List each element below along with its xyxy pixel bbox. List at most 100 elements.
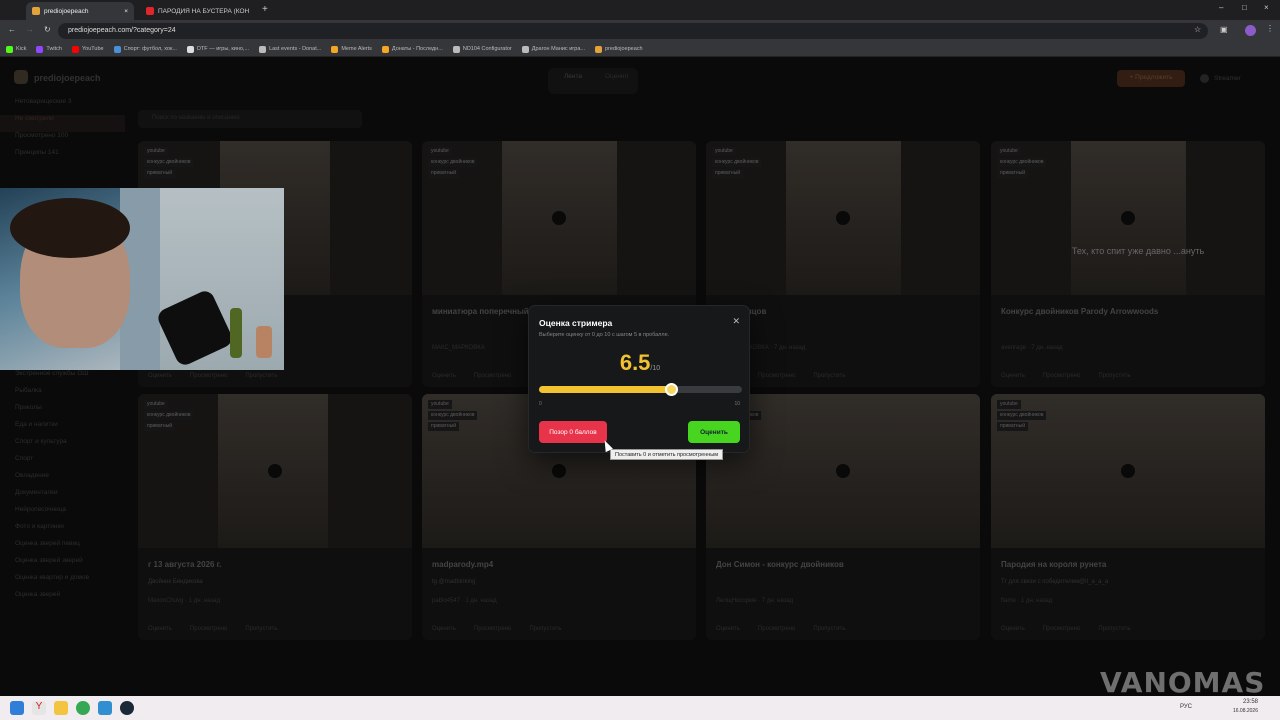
bookmark-item[interactable]: Twitch — [36, 45, 62, 53]
back-icon[interactable]: ← — [8, 25, 16, 34]
card-action-button[interactable]: Просмотрено — [474, 626, 511, 632]
card-action-button[interactable]: Пропустить — [245, 626, 277, 632]
clock-date[interactable]: 16.08.2026 — [1225, 708, 1258, 714]
bookmark-item[interactable]: ND104 Configurator — [452, 45, 512, 53]
file-explorer-icon[interactable] — [54, 701, 68, 715]
sidebar-item[interactable]: Документалки — [0, 489, 125, 506]
site-logo[interactable]: prediojoepeach — [34, 73, 101, 83]
bookmark-star-icon[interactable]: ☆ — [1194, 25, 1201, 34]
shame-zero-button[interactable]: Позор 0 баллов — [539, 421, 607, 443]
card-action-button[interactable]: Пропустить — [529, 626, 561, 632]
video-card[interactable]: youtube конкурс двойников приватный Конкурс… — [991, 141, 1265, 387]
new-tab-icon[interactable]: + — [262, 4, 268, 15]
sidebar-item[interactable]: Оценка квартир и домов — [0, 574, 125, 591]
chrome-icon[interactable] — [76, 701, 90, 715]
maximize-icon[interactable]: □ — [1242, 3, 1247, 12]
card-action-button[interactable]: Просмотрено — [1043, 373, 1080, 379]
sidebar-item[interactable]: Экстренное службы ОШ — [0, 370, 125, 387]
video-thumbnail[interactable]: youtube конкурс двойников приватный — [991, 394, 1265, 548]
sidebar-item[interactable]: Овладение — [0, 472, 125, 489]
play-icon[interactable] — [1121, 211, 1135, 225]
forward-icon[interactable]: → — [26, 25, 34, 34]
video-card[interactable]: youtube конкурс двойников приватный Пародия… — [991, 394, 1265, 640]
bookmark-item[interactable]: Meme Alerts — [331, 45, 372, 53]
sidebar-item[interactable]: Не смотрели — [0, 115, 125, 132]
video-thumbnail[interactable]: youtube конкурс двойников приватный — [138, 394, 412, 548]
card-action-button[interactable]: Оценить — [432, 373, 456, 379]
steam-icon[interactable] — [120, 701, 134, 715]
sidebar-item[interactable]: Оценка зверей — [0, 591, 125, 608]
sidebar-item[interactable]: Принципы 141 — [0, 149, 125, 166]
sidebar-item[interactable]: Рыбалка — [0, 387, 125, 404]
profile-avatar[interactable] — [1245, 25, 1256, 36]
tab-rated[interactable]: Оценил — [605, 73, 628, 80]
bookmark-item[interactable]: Kick — [6, 45, 26, 53]
bookmark-item[interactable]: Драгон Манис игра... — [521, 45, 585, 53]
search-input[interactable]: Поиск по названию и описанию — [138, 110, 362, 128]
play-icon[interactable] — [836, 464, 850, 478]
card-action-button[interactable]: Оценить — [432, 626, 456, 632]
sidebar-item[interactable]: Приколы — [0, 404, 125, 421]
bookmark-item[interactable]: Донаты - Последн... — [381, 45, 443, 53]
sidebar-item[interactable]: Фото и картинки — [0, 523, 125, 540]
user-avatar[interactable] — [1200, 74, 1209, 83]
card-action-button[interactable]: Пропустить — [1098, 626, 1130, 632]
sidebar-item[interactable]: Нетоварищеские 3 — [0, 98, 125, 115]
card-action-button[interactable]: Оценить — [1001, 373, 1025, 379]
browser-tab-2[interactable]: ПАРОДИЯ НА БУСТЕРА (КОН — [140, 2, 250, 20]
close-window-icon[interactable]: × — [1264, 3, 1269, 12]
sidebar-item[interactable]: Еда и напитки — [0, 421, 125, 438]
tab-feed[interactable]: Лента — [564, 73, 582, 80]
sidebar-item[interactable]: Спорт и культура — [0, 438, 125, 455]
card-action-button[interactable]: Пропустить — [813, 373, 845, 379]
bookmark-item[interactable]: DTF — игры, кино,... — [186, 45, 249, 53]
close-tab-icon[interactable]: × — [124, 8, 128, 15]
user-name[interactable]: Streamer — [1214, 75, 1241, 82]
card-action-button[interactable]: Просмотрено — [474, 373, 511, 379]
browser-tab-1[interactable]: prediojoepeach × — [26, 2, 134, 20]
card-action-button[interactable]: Просмотрено — [758, 626, 795, 632]
card-action-button[interactable]: Просмотрено — [190, 373, 227, 379]
language-indicator[interactable]: РУС — [1180, 704, 1192, 710]
rate-button[interactable]: Оценить — [688, 421, 740, 443]
card-action-button[interactable]: Просмотрено — [1043, 626, 1080, 632]
play-icon[interactable] — [552, 464, 566, 478]
bookmark-item[interactable]: YouTube — [71, 45, 104, 53]
sidebar-item[interactable]: Просмотрено 100 — [0, 132, 125, 149]
card-action-button[interactable]: Пропустить — [813, 626, 845, 632]
video-thumbnail[interactable]: youtube конкурс двойников приватный — [991, 141, 1265, 295]
extensions-icon[interactable]: ▣ — [1220, 25, 1228, 34]
minimize-icon[interactable]: – — [1219, 3, 1223, 12]
play-icon[interactable] — [552, 211, 566, 225]
card-action-button[interactable]: Пропустить — [245, 373, 277, 379]
bookmark-item[interactable]: Спорт: футбол, хок... — [113, 45, 177, 53]
close-icon[interactable]: ✕ — [732, 316, 740, 327]
card-action-button[interactable]: Просмотрено — [758, 373, 795, 379]
sidebar-item[interactable]: Оценка зверей зверей — [0, 557, 125, 574]
sidebar-item[interactable]: Оценка зверей певиц — [0, 540, 125, 557]
video-card[interactable]: youtube конкурс двойников приватный г 13 ав… — [138, 394, 412, 640]
video-thumbnail[interactable]: youtube конкурс двойников приватный — [706, 141, 980, 295]
sidebar-item[interactable]: Спорт — [0, 455, 125, 472]
card-action-button[interactable]: Оценить — [148, 373, 172, 379]
menu-icon[interactable]: ⋮ — [1266, 24, 1274, 33]
play-icon[interactable] — [836, 211, 850, 225]
reload-icon[interactable]: ↻ — [44, 25, 51, 34]
url-input[interactable]: prediojoepeach.com/?category=24 — [58, 23, 1208, 39]
play-icon[interactable] — [1121, 464, 1135, 478]
slider-handle[interactable] — [664, 383, 678, 396]
sidebar-item[interactable]: Нейропесочница — [0, 506, 125, 523]
bookmark-item[interactable]: prediojoepeach — [595, 45, 643, 53]
propose-button[interactable]: + Предложить — [1117, 70, 1185, 87]
sidebar-item[interactable] — [0, 166, 125, 183]
card-action-button[interactable]: Оценить — [148, 626, 172, 632]
score-slider[interactable] — [539, 383, 742, 396]
bookmark-item[interactable]: Last events - Donat... — [259, 45, 321, 53]
card-action-button[interactable]: Пропустить — [1098, 373, 1130, 379]
card-action-button[interactable]: Оценить — [1001, 626, 1025, 632]
yandex-browser-icon[interactable]: Y — [32, 701, 46, 715]
card-action-button[interactable]: Оценить — [716, 626, 740, 632]
play-icon[interactable] — [268, 464, 282, 478]
start-icon[interactable] — [10, 701, 24, 715]
video-thumbnail[interactable]: youtube конкурс двойников приватный — [422, 141, 696, 295]
